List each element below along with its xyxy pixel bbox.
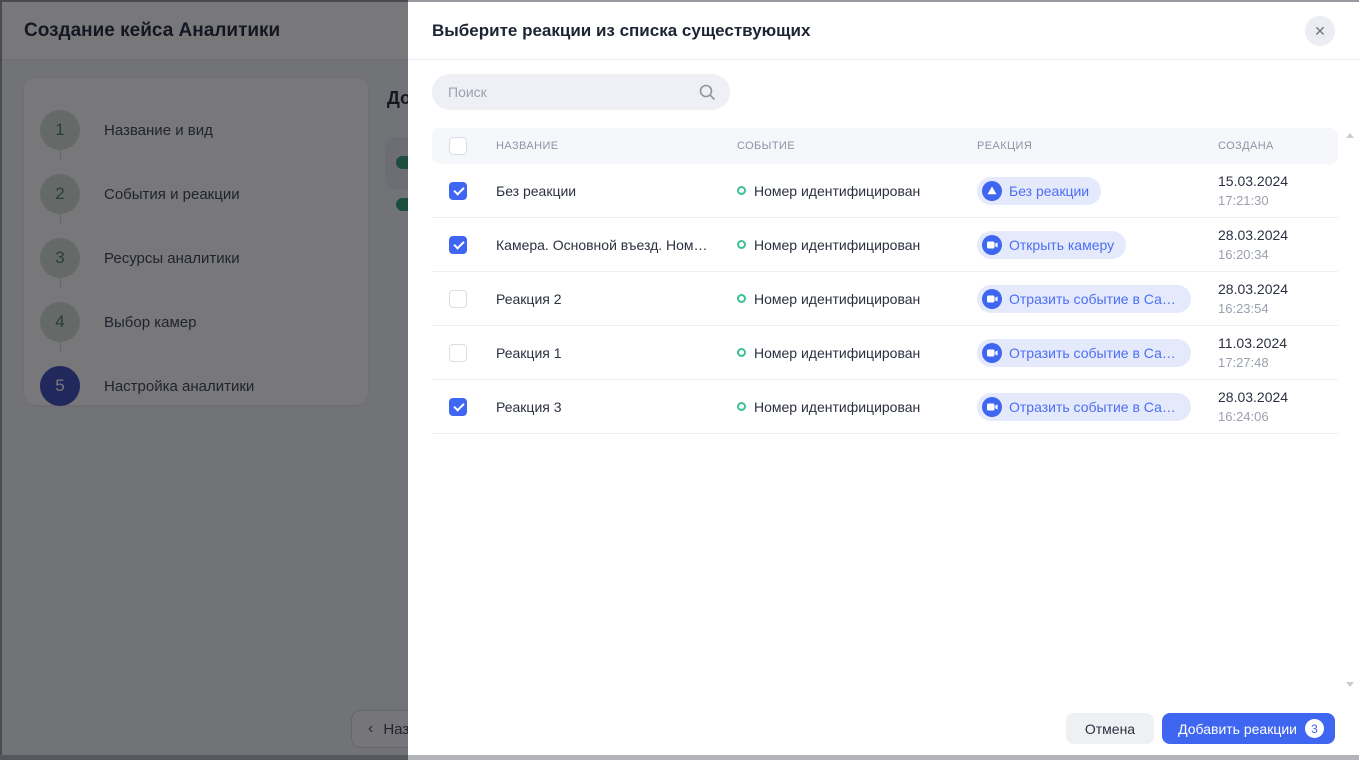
reaction-badge: Отразить событие в Сай… <box>977 393 1191 421</box>
reactions-table: НАЗВАНИЕ СОБЫТИЕ РЕАКЦИЯ СОЗДАНА Без реа… <box>432 128 1338 434</box>
search-icon <box>698 83 716 101</box>
created-cell: 11.03.2024 17:27:48 <box>1218 334 1338 372</box>
reaction-name: Реакция 2 <box>496 291 737 307</box>
event-name: Номер идентифицирован <box>754 183 920 199</box>
reaction-badge-label: Без реакции <box>1009 183 1089 199</box>
created-time: 16:23:54 <box>1218 299 1338 318</box>
created-cell: 28.03.2024 16:24:06 <box>1218 388 1338 426</box>
modal-dim-overlay[interactable] <box>0 0 408 760</box>
reaction-type-icon <box>982 235 1002 255</box>
table-row[interactable]: Реакция 2 Номер идентифицирован Отразить… <box>432 272 1338 326</box>
modal-header: Выберите реакции из списка существующих … <box>408 2 1359 60</box>
event-status-icon <box>737 294 746 303</box>
event-cell: Номер идентифицирован <box>737 399 977 415</box>
event-cell: Номер идентифицирован <box>737 237 977 253</box>
event-status-icon <box>737 186 746 195</box>
reaction-type-icon <box>982 397 1002 417</box>
event-cell: Номер идентифицирован <box>737 291 977 307</box>
reaction-badge: Открыть камеру <box>977 231 1126 259</box>
event-name: Номер идентифицирован <box>754 399 920 415</box>
reaction-name: Реакция 1 <box>496 345 737 361</box>
selected-count-badge: 3 <box>1305 719 1324 738</box>
reaction-type-icon <box>982 181 1002 201</box>
reaction-badge: Без реакции <box>977 177 1101 205</box>
event-status-icon <box>737 240 746 249</box>
reaction-name: Реакция 3 <box>496 399 737 415</box>
created-cell: 15.03.2024 17:21:30 <box>1218 172 1338 210</box>
reaction-badge-label: Отразить событие в Сай… <box>1009 399 1179 415</box>
created-date: 28.03.2024 <box>1218 280 1338 299</box>
modal-title: Выберите реакции из списка существующих <box>432 21 810 41</box>
scrollbar-down-arrow[interactable] <box>1346 682 1354 687</box>
reaction-badge: Отразить событие в Сай… <box>977 339 1191 367</box>
reaction-type-icon <box>982 343 1002 363</box>
event-name: Номер идентифицирован <box>754 291 920 307</box>
reaction-badge-label: Отразить событие в Сай… <box>1009 345 1179 361</box>
reaction-badge-label: Отразить событие в Сай… <box>1009 291 1179 307</box>
search-field-wrap <box>432 74 730 110</box>
close-button[interactable]: ✕ <box>1305 16 1335 46</box>
event-cell: Номер идентифицирован <box>737 183 977 199</box>
table-row[interactable]: Без реакции Номер идентифицирован Без ре… <box>432 164 1338 218</box>
column-header-created: СОЗДАНА <box>1218 140 1338 152</box>
event-status-icon <box>737 348 746 357</box>
row-checkbox[interactable] <box>449 290 467 308</box>
created-cell: 28.03.2024 16:20:34 <box>1218 226 1338 264</box>
event-name: Номер идентифицирован <box>754 345 920 361</box>
event-status-icon <box>737 402 746 411</box>
select-all-checkbox[interactable] <box>449 137 467 155</box>
reaction-name: Без реакции <box>496 183 737 199</box>
created-cell: 28.03.2024 16:23:54 <box>1218 280 1338 318</box>
created-date: 11.03.2024 <box>1218 334 1338 353</box>
row-checkbox[interactable] <box>449 182 467 200</box>
reaction-type-icon <box>982 289 1002 309</box>
scrollbar-up-arrow[interactable] <box>1346 133 1354 138</box>
column-header-name: НАЗВАНИЕ <box>496 140 737 152</box>
add-reactions-label: Добавить реакции <box>1178 721 1297 737</box>
reaction-badge-label: Открыть камеру <box>1009 237 1114 253</box>
modal-footer: Отмена Добавить реакции 3 <box>408 713 1359 755</box>
row-checkbox[interactable] <box>449 398 467 416</box>
column-header-event: СОБЫТИЕ <box>737 140 977 152</box>
table-row[interactable]: Реакция 1 Номер идентифицирован Отразить… <box>432 326 1338 380</box>
select-reactions-modal: Выберите реакции из списка существующих … <box>408 2 1359 755</box>
created-time: 16:24:06 <box>1218 407 1338 426</box>
table-row[interactable]: Реакция 3 Номер идентифицирован Отразить… <box>432 380 1338 434</box>
row-checkbox[interactable] <box>449 236 467 254</box>
table-header-row: НАЗВАНИЕ СОБЫТИЕ РЕАКЦИЯ СОЗДАНА <box>432 128 1338 164</box>
created-date: 28.03.2024 <box>1218 388 1338 407</box>
created-time: 16:20:34 <box>1218 245 1338 264</box>
row-checkbox[interactable] <box>449 344 467 362</box>
close-icon: ✕ <box>1314 24 1326 38</box>
created-time: 17:27:48 <box>1218 353 1338 372</box>
column-header-reaction: РЕАКЦИЯ <box>977 140 1218 152</box>
event-name: Номер идентифицирован <box>754 237 920 253</box>
created-time: 17:21:30 <box>1218 191 1338 210</box>
created-date: 15.03.2024 <box>1218 172 1338 191</box>
reaction-badge: Отразить событие в Сай… <box>977 285 1191 313</box>
created-date: 28.03.2024 <box>1218 226 1338 245</box>
event-cell: Номер идентифицирован <box>737 345 977 361</box>
cancel-button[interactable]: Отмена <box>1066 713 1154 744</box>
table-row[interactable]: Камера. Основной въезд. Ном… Номер идент… <box>432 218 1338 272</box>
add-reactions-button[interactable]: Добавить реакции 3 <box>1162 713 1335 744</box>
reaction-name: Камера. Основной въезд. Ном… <box>496 237 737 253</box>
search-input[interactable] <box>432 74 730 110</box>
